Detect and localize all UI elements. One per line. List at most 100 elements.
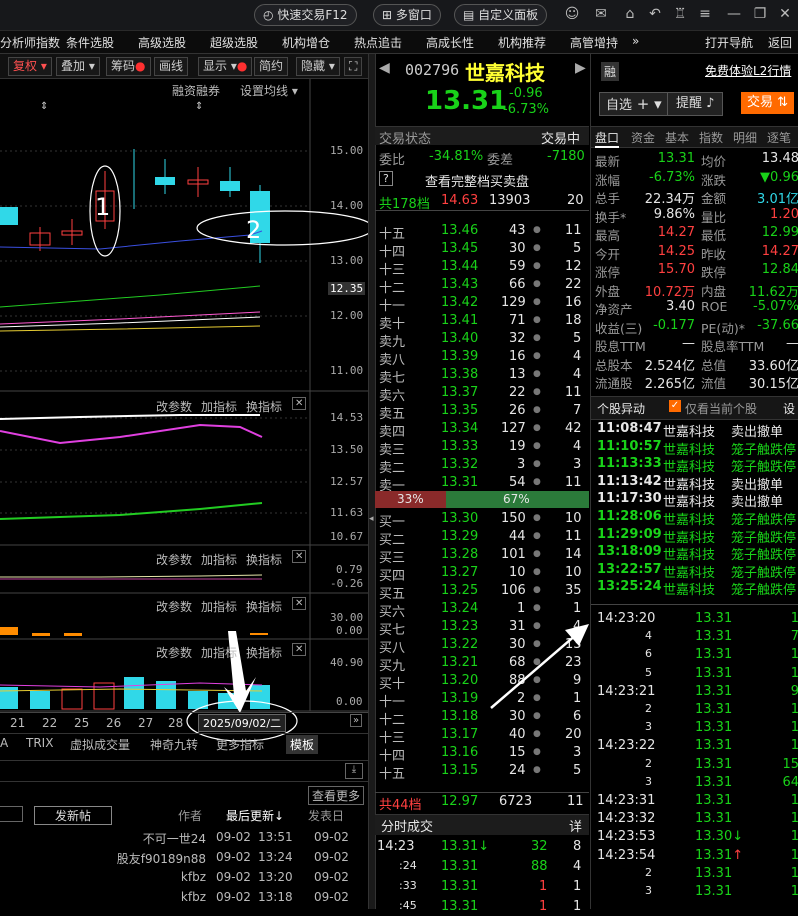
book-row[interactable]: 卖三 13.33 19 ● 4 — [375, 438, 589, 458]
menu-item[interactable]: 高级选股 — [138, 34, 186, 51]
adjust-button[interactable]: 复权 ▾ — [8, 57, 52, 76]
anomaly-row[interactable]: 11:28:06 世嘉科技 笼子触跌停 — [591, 508, 798, 528]
params-link[interactable]: 改参数 — [156, 398, 192, 415]
anomaly-row[interactable]: 11:08:47 世嘉科技 卖出撤单 — [591, 420, 798, 440]
forum-input[interactable] — [0, 806, 23, 822]
tab-detail[interactable]: 明细 — [733, 129, 757, 146]
anomaly-row[interactable]: 11:13:33 世嘉科技 笼子触跌停 — [591, 455, 798, 475]
shirt-icon[interactable]: ♖ — [672, 6, 688, 22]
tick-detail-button[interactable]: 详 — [569, 816, 582, 835]
anomaly-row[interactable]: 13:25:24 世嘉科技 笼子触跌停 — [591, 578, 798, 598]
book-row[interactable]: 卖二 13.32 3 ● 3 — [375, 456, 589, 476]
book-row[interactable]: 卖一 13.31 54 ● 11 — [375, 474, 589, 494]
indicator-tab[interactable]: A — [0, 736, 8, 750]
watchlist-button[interactable]: 自选 + ▾ — [599, 92, 669, 116]
anomaly-row[interactable]: 11:13:42 世嘉科技 卖出撤单 — [591, 473, 798, 493]
book-row[interactable]: 卖四 13.34 127 ● 42 — [375, 420, 589, 440]
trade-button[interactable]: 交易 ⇅ — [741, 92, 795, 114]
forum-row[interactable]: 股友f90189n88 09-02 13:24 09-02 — [0, 850, 368, 870]
post-button[interactable]: 发新帖 — [34, 806, 113, 825]
menu-item[interactable]: 条件选股 — [66, 34, 114, 51]
book-row[interactable]: 十二 13.43 66 ● 22 — [375, 276, 589, 296]
indicator-tab[interactable]: TRIX — [26, 736, 53, 750]
book-row[interactable]: 卖五 13.35 26 ● 7 — [375, 402, 589, 422]
menu-item[interactable]: 分析师指数 — [0, 34, 60, 51]
add-indicator-link[interactable]: 加指标 — [201, 398, 237, 415]
indicator-tab[interactable]: 虚拟成交量 — [70, 736, 130, 753]
close-panel-icon[interactable]: ✕ — [292, 597, 307, 610]
anomaly-settings-button[interactable]: 设 — [783, 400, 795, 417]
quick-trade-button[interactable]: ◴ 快速交易F12 — [254, 4, 357, 26]
menu-item[interactable]: 返回 — [768, 34, 792, 51]
menu-item[interactable]: 热点追击 — [354, 34, 402, 51]
overlay-button[interactable]: 叠加 ▾ — [56, 57, 100, 76]
book-row[interactable]: 十五 13.15 24 ● 5 — [375, 762, 589, 782]
margin-link[interactable]: 融资融券 — [172, 82, 220, 99]
book-row[interactable]: 买二 13.29 44 ● 11 — [375, 528, 589, 548]
book-row[interactable]: 卖九 13.40 32 ● 5 — [375, 330, 589, 350]
display-button[interactable]: 显示 ▾● — [198, 57, 253, 76]
last-update-header[interactable]: 最后更新↓ — [226, 807, 284, 824]
fullscreen-icon[interactable]: ⛶ — [344, 57, 363, 76]
anomaly-row[interactable]: 11:29:09 世嘉科技 笼子触跌停 — [591, 526, 798, 546]
anomaly-row[interactable]: 13:18:09 世嘉科技 笼子触跌停 — [591, 543, 798, 563]
ma-settings-link[interactable]: 设置均线 ▾ — [240, 82, 298, 99]
close-panel-icon[interactable]: ✕ — [292, 643, 307, 656]
mail-icon[interactable]: ✉ — [593, 6, 609, 22]
book-row[interactable]: 十四 13.45 30 ● 5 — [375, 240, 589, 260]
params-link[interactable]: 改参数 — [156, 598, 192, 615]
menu-item[interactable]: 打开导航 — [705, 34, 753, 51]
menu-icon[interactable]: ≡ — [697, 6, 713, 22]
tab-index[interactable]: 指数 — [699, 129, 723, 146]
close-panel-icon[interactable]: ✕ — [292, 397, 307, 410]
minimize-icon[interactable]: — — [726, 6, 742, 22]
close-icon[interactable]: ✕ — [777, 6, 793, 22]
change-indicator-link[interactable]: 换指标 — [246, 398, 282, 415]
menu-item[interactable]: 机构增仓 — [282, 34, 330, 51]
forum-row[interactable]: kfbz 09-02 13:20 09-02 — [0, 870, 368, 890]
remind-button[interactable]: 提醒 ♪ — [667, 92, 724, 116]
params-link[interactable]: 改参数 — [156, 644, 192, 661]
scroll-right-icon[interactable]: » — [350, 714, 363, 727]
menu-item[interactable]: 机构推荐 — [498, 34, 546, 51]
hide-button[interactable]: 隐藏 ▾ — [296, 57, 340, 76]
forum-row[interactable]: 不可一世24 09-02 13:51 09-02 — [0, 830, 368, 850]
close-panel-icon[interactable]: ✕ — [292, 550, 307, 563]
forum-row[interactable]: kfbz 09-02 13:18 09-02 — [0, 890, 368, 910]
book-row[interactable]: 买三 13.28 101 ● 14 — [375, 546, 589, 566]
only-current-label[interactable]: 仅看当前个股 — [685, 400, 757, 417]
tab-tickbytick[interactable]: 逐笔 — [767, 129, 791, 146]
anomaly-row[interactable]: 11:10:57 世嘉科技 笼子触跌停 — [591, 438, 798, 458]
full-depth-link[interactable]: 查看完整档买卖盘 — [425, 171, 529, 190]
user-icon[interactable]: ☺ — [564, 6, 580, 22]
home-icon[interactable]: ⌂ — [622, 6, 638, 22]
book-row[interactable]: 卖八 13.39 16 ● 4 — [375, 348, 589, 368]
book-row[interactable]: 买四 13.27 10 ● 10 — [375, 564, 589, 584]
menu-item[interactable]: 高成长性 — [426, 34, 474, 51]
menu-item[interactable]: 高管增持 — [570, 34, 618, 51]
view-more-button[interactable]: 查看更多 — [308, 786, 365, 805]
restore-icon[interactable]: ❐ — [752, 6, 768, 22]
tab-orderbook[interactable]: 盘口 — [595, 129, 620, 148]
book-row[interactable]: 十四 13.16 15 ● 3 — [375, 744, 589, 764]
l2-trial-link[interactable]: 免费体验L2行情 — [705, 62, 791, 79]
indicator-tab[interactable]: 更多指标 — [216, 736, 264, 753]
chips-button[interactable]: 筹码● — [106, 57, 151, 76]
change-indicator-link[interactable]: 换指标 — [246, 598, 282, 615]
anomaly-row[interactable]: 13:22:57 世嘉科技 笼子触跌停 — [591, 561, 798, 581]
book-row[interactable]: 十三 13.17 40 ● 20 — [375, 726, 589, 746]
book-row[interactable]: 十一 13.42 129 ● 16 — [375, 294, 589, 314]
add-indicator-link[interactable]: 加指标 — [201, 598, 237, 615]
change-indicator-link[interactable]: 换指标 — [246, 644, 282, 661]
change-indicator-link[interactable]: 换指标 — [246, 551, 282, 568]
add-indicator-link[interactable]: 加指标 — [201, 551, 237, 568]
multi-window-button[interactable]: ⊞ 多窗口 — [373, 4, 441, 26]
menu-item[interactable]: 超级选股 — [210, 34, 258, 51]
back-icon[interactable]: ↶ — [647, 6, 663, 22]
simple-button[interactable]: 简约 — [254, 57, 289, 76]
template-tab[interactable]: 模板 — [286, 735, 319, 754]
menu-more[interactable]: » — [632, 34, 639, 48]
help-icon[interactable]: ? — [379, 171, 393, 186]
next-stock-icon[interactable]: ▶ — [575, 60, 586, 76]
book-row[interactable]: 买一 13.30 150 ● 10 — [375, 510, 589, 530]
